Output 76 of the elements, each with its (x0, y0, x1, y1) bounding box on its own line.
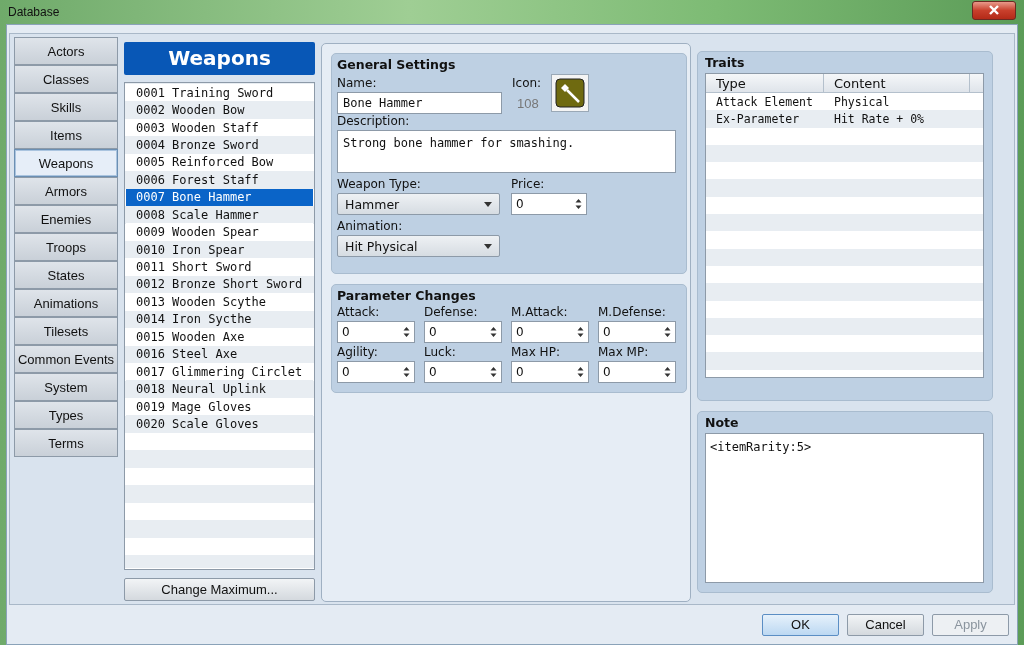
field-label: Name: (337, 76, 378, 90)
field-label: Max HP: (511, 345, 561, 359)
window-title: Database (8, 5, 60, 19)
field-label: Icon: (512, 76, 542, 90)
note-field[interactable]: <itemRarity:5> (705, 433, 984, 583)
parameter-spinbox[interactable]: 0 (424, 361, 502, 383)
category-tab[interactable]: Terms (14, 429, 118, 457)
change-maximum-button[interactable]: Change Maximum... (124, 578, 315, 601)
parameter-spinbox[interactable]: 0 (511, 321, 589, 343)
field-label: M.Defense: (598, 305, 667, 319)
category-tab[interactable]: Armors (14, 177, 118, 205)
list-header: Weapons (124, 42, 315, 75)
name-field[interactable]: Bone Hammer (337, 92, 502, 114)
close-button[interactable] (972, 0, 1016, 20)
caret-icon (484, 201, 492, 207)
group-title: General Settings (337, 57, 457, 72)
spin-arrows-icon[interactable] (575, 198, 582, 210)
icon-picker-button[interactable] (551, 74, 590, 112)
category-tab[interactable]: Items (14, 121, 118, 149)
caret-icon (484, 243, 492, 249)
parameter-spinbox[interactable]: 0 (598, 361, 676, 383)
field-label: Attack: (337, 305, 381, 319)
category-tab[interactable]: Types (14, 401, 118, 429)
group-title: Parameter Changes (337, 288, 477, 303)
field-label: M.Attack: (511, 305, 569, 319)
spin-arrows-icon[interactable] (664, 366, 671, 378)
category-tab[interactable]: Common Events (14, 345, 118, 373)
spin-arrows-icon[interactable] (403, 366, 410, 378)
dialog-button[interactable]: Cancel (847, 613, 924, 636)
category-tab[interactable]: System (14, 373, 118, 401)
field-label: Max MP: (598, 345, 650, 359)
category-tab[interactable]: Weapons (14, 149, 118, 177)
hammer-icon (555, 78, 586, 108)
spin-arrows-icon[interactable] (577, 366, 584, 378)
parameter-spinbox[interactable]: 0 (424, 321, 502, 343)
parameter-spinbox[interactable]: 0 (511, 361, 589, 383)
table-cell-text: Ex-Parameter (715, 110, 801, 128)
weapon-type-dropdown[interactable]: Hammer (337, 193, 500, 215)
dialog-button[interactable]: OK (762, 613, 839, 636)
list-item[interactable]: 0009 Wooden Spear (126, 223, 313, 241)
parameter-spinbox[interactable]: 0 (337, 361, 415, 383)
icon-index: 108 (517, 96, 539, 111)
animation-dropdown[interactable]: Hit Physical (337, 235, 500, 257)
parameter-spinbox[interactable]: 0 (337, 321, 415, 343)
price-spinbox[interactable]: 0 (511, 193, 587, 215)
category-tab[interactable]: Troops (14, 233, 118, 261)
table-cell-text: Hit Rate + 0% (833, 110, 925, 128)
spin-arrows-icon[interactable] (490, 366, 497, 378)
field-label: Agility: (337, 345, 379, 359)
list-item[interactable]: 0018 Neural Uplink (126, 380, 313, 398)
spin-arrows-icon[interactable] (664, 326, 671, 338)
category-tab[interactable]: Tilesets (14, 317, 118, 345)
group-title: Note (705, 415, 740, 430)
group-title: Traits (705, 55, 746, 70)
category-tab[interactable]: Classes (14, 65, 118, 93)
table-cell-text: Physical (833, 93, 891, 111)
description-field[interactable]: Strong bone hammer for smashing. (337, 130, 676, 173)
category-tab[interactable]: Animations (14, 289, 118, 317)
category-tab[interactable]: Enemies (14, 205, 118, 233)
spin-arrows-icon[interactable] (577, 326, 584, 338)
category-tab[interactable]: States (14, 261, 118, 289)
close-icon (988, 5, 1000, 15)
field-label: Animation: (337, 219, 404, 233)
category-tab[interactable]: Actors (14, 37, 118, 65)
field-label: Defense: (424, 305, 479, 319)
field-label: Luck: (424, 345, 457, 359)
spin-arrows-icon[interactable] (403, 326, 410, 338)
column-header[interactable]: Type (706, 74, 824, 92)
parameter-spinbox[interactable]: 0 (598, 321, 676, 343)
spin-arrows-icon[interactable] (490, 326, 497, 338)
field-label: Weapon Type: (337, 177, 422, 191)
field-label: Description: (337, 114, 411, 128)
column-header[interactable]: Content (824, 74, 970, 92)
category-tab[interactable]: Skills (14, 93, 118, 121)
table-cell-text: Attack Element (715, 93, 814, 111)
field-label: Price: (511, 177, 546, 191)
